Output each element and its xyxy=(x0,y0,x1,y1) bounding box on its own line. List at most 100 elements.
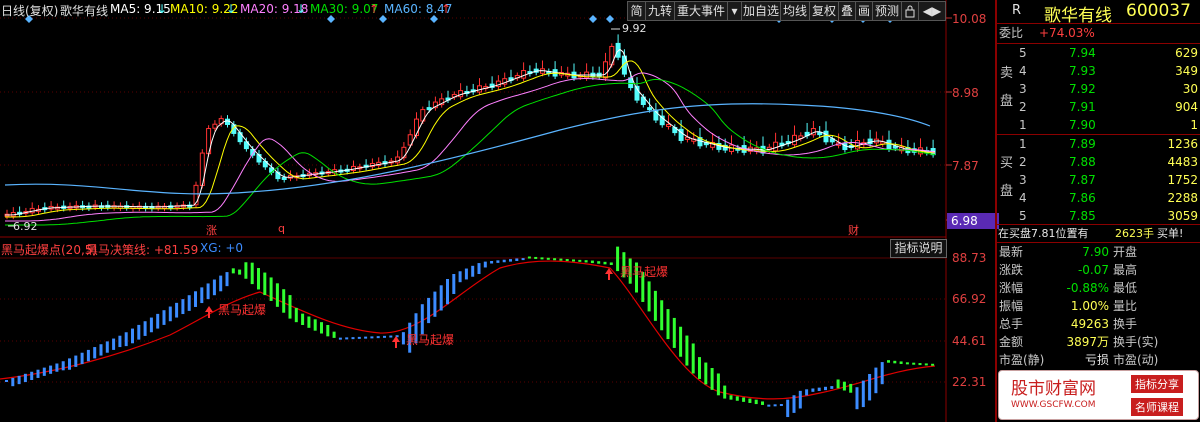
event-diamond-icon xyxy=(589,15,597,23)
stat-row: 涨幅 -0.88% 最低 xyxy=(997,279,1200,298)
xg-bar xyxy=(326,324,330,337)
dropdown-icon[interactable]: ▾ xyxy=(727,1,742,21)
signal-label: 黑马起爆 xyxy=(620,265,669,279)
xg-bar xyxy=(175,302,179,318)
buy-row[interactable]: 2 7.88 4483 xyxy=(997,153,1200,172)
xg-bar xyxy=(124,332,128,347)
event-marker[interactable]: 财 xyxy=(848,222,859,238)
candle-body xyxy=(426,107,432,111)
sell-row[interactable]: 3 7.92 30 xyxy=(997,80,1200,99)
buy-row[interactable]: 4 7.86 2288 xyxy=(997,189,1200,208)
stat-label: 金额 xyxy=(999,335,1024,349)
xg-bar xyxy=(540,257,544,260)
sell-row[interactable]: 5 7.94 629 xyxy=(997,44,1200,63)
stat-label: 最高 xyxy=(1113,263,1138,277)
overlay-button[interactable]: 叠 xyxy=(838,1,856,21)
xg-bar xyxy=(716,373,720,396)
xg-bar xyxy=(30,371,34,380)
stat-value: 1.00% xyxy=(1070,299,1109,313)
xg-bar xyxy=(502,259,506,263)
candle-body xyxy=(792,134,797,146)
stock-name-label: 歌华有线 xyxy=(60,4,109,18)
xg-bar xyxy=(931,363,935,366)
xg-bar xyxy=(609,262,613,265)
stat-value: 7.90 xyxy=(1082,245,1109,259)
watermark-tag: 指标分享 xyxy=(1131,375,1183,393)
signal-label: 黑马起爆 xyxy=(406,333,455,347)
buy-volume: 4483 xyxy=(1167,155,1198,169)
xg-bar xyxy=(553,258,557,261)
xg-bar xyxy=(836,379,840,389)
kline-chart[interactable] xyxy=(0,0,996,422)
event-marker[interactable]: q xyxy=(278,222,285,235)
xg-bar xyxy=(880,362,884,385)
weibi-value: +74.03% xyxy=(1039,26,1095,40)
indicator-axis-label: 88.73 xyxy=(952,251,987,265)
xg-bar xyxy=(603,261,607,265)
stat-row: 最新 7.90 开盘 xyxy=(997,243,1200,262)
xg-bar xyxy=(294,307,298,323)
xg-bar xyxy=(483,261,487,268)
xg-bar xyxy=(118,335,122,348)
xg-bar xyxy=(338,337,342,340)
order-notice-text: 在买盘7.81位置有 xyxy=(998,227,1089,240)
sell-row[interactable]: 4 7.93 349 xyxy=(997,62,1200,81)
xg-bar xyxy=(653,290,657,321)
xg-bar xyxy=(433,291,437,317)
sell-level: 1 xyxy=(1019,118,1027,132)
xg-bar xyxy=(597,261,601,264)
nine-turn-button[interactable]: 九转 xyxy=(645,1,675,21)
sell-price: 7.92 xyxy=(1069,82,1096,96)
xg-bar xyxy=(80,352,84,365)
sell-row[interactable]: 1 7.90 1 xyxy=(997,116,1200,135)
stat-value: 3897万 xyxy=(1066,335,1109,349)
xg-bar xyxy=(93,347,97,359)
xg-bar xyxy=(99,344,103,356)
arrow-right-icon[interactable]: ◀▶ xyxy=(918,1,946,21)
indicator-explain-button[interactable]: 指标说明 xyxy=(890,239,947,258)
buy-row[interactable]: 1 7.89 1236 xyxy=(997,135,1200,154)
sell-volume: 1 xyxy=(1190,118,1198,132)
xg-bar xyxy=(754,399,758,405)
candle-body xyxy=(212,123,218,129)
sell-volume: 349 xyxy=(1175,64,1198,78)
indicator-axis-label: 66.92 xyxy=(952,292,987,306)
sell-row[interactable]: 2 7.91 904 xyxy=(997,98,1200,117)
add-watchlist-button[interactable]: 加自选 xyxy=(741,1,781,21)
xg-bar xyxy=(527,256,531,259)
xg-bar xyxy=(748,398,752,403)
buy-level: 4 xyxy=(1019,191,1027,205)
xg-bar xyxy=(767,404,771,407)
candle-body xyxy=(886,139,892,150)
quote-stock-code: 600037 xyxy=(1126,1,1191,21)
draw-button[interactable]: 画 xyxy=(855,1,873,21)
forecast-button[interactable]: 预测 xyxy=(872,1,902,21)
xg-bar xyxy=(584,260,588,263)
price-axis-label: 10.08 xyxy=(952,12,987,26)
ma30-up-icon: ↑ xyxy=(369,2,380,16)
ma-button[interactable]: 均线 xyxy=(780,1,810,21)
buy-price: 7.86 xyxy=(1069,191,1096,205)
low-price-label: 6.92 xyxy=(13,220,38,233)
xg-bar xyxy=(162,310,166,325)
xg-bar xyxy=(307,316,311,328)
stat-label: 涨跌 xyxy=(999,263,1024,277)
xg-bar xyxy=(761,401,764,405)
r-marker: R xyxy=(1012,3,1022,18)
major-events-button[interactable]: 重大事件 xyxy=(674,1,728,21)
simple-mode-button[interactable]: 简 xyxy=(627,1,646,21)
buy-row[interactable]: 3 7.87 1752 xyxy=(997,171,1200,190)
sell-price: 7.90 xyxy=(1069,118,1096,132)
event-diamond-icon xyxy=(379,15,387,23)
lock-icon[interactable] xyxy=(901,1,919,21)
stat-label: 振幅 xyxy=(999,299,1024,313)
indicator-axis-label: 22.31 xyxy=(952,375,987,389)
xg-bar xyxy=(225,272,229,287)
xg-bar xyxy=(490,260,494,264)
event-marker[interactable]: 涨 xyxy=(206,222,217,238)
stat-value: -0.07 xyxy=(1077,263,1109,277)
ma30-line xyxy=(5,78,936,226)
adjust-button[interactable]: 复权 xyxy=(809,1,839,21)
event-diamond-icon xyxy=(430,15,438,23)
candle-body xyxy=(817,132,823,136)
